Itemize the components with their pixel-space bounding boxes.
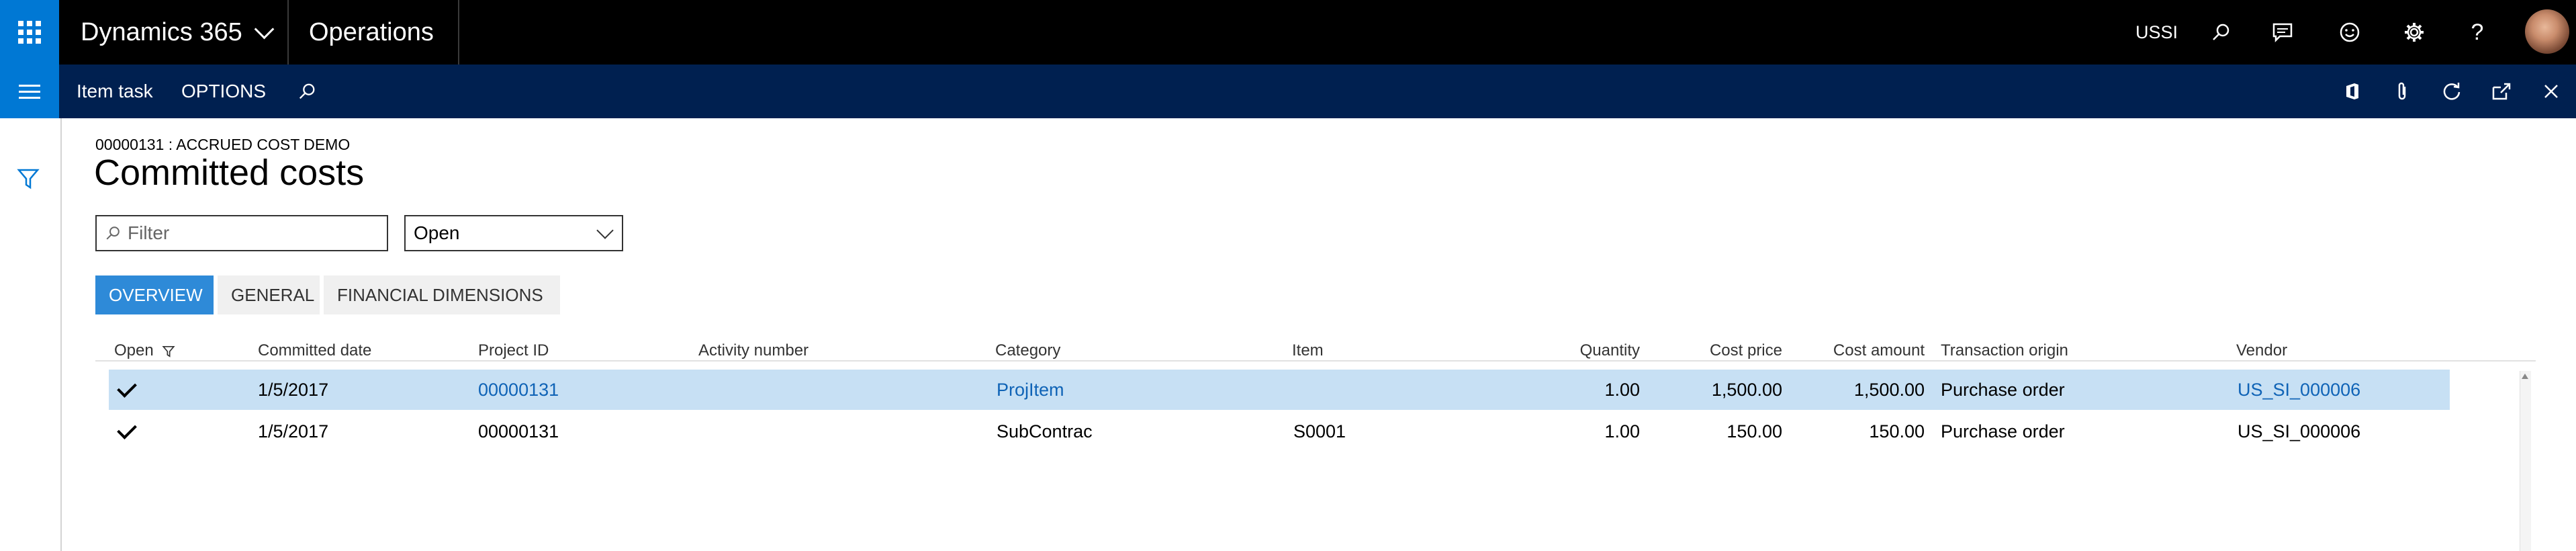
open-check-icon: [117, 411, 137, 452]
filter-pane: [0, 118, 62, 551]
transaction-origin-cell: Purchase order: [1941, 379, 2065, 400]
smiley-icon: [2340, 22, 2360, 42]
vertical-scrollbar[interactable]: [2520, 371, 2531, 551]
transaction-origin-cell: Purchase order: [1941, 421, 2065, 441]
tab-general[interactable]: GENERAL: [218, 276, 320, 314]
chevron-down-icon: [254, 19, 275, 39]
company-picker[interactable]: USSI: [2135, 0, 2178, 65]
vendor-link[interactable]: US_SI_000006: [2238, 370, 2360, 410]
table-row[interactable]: 1/5/2017 00000131 SubContrac S0001 1.00 …: [109, 411, 2450, 452]
column-header-cost-amount[interactable]: Cost amount: [1813, 341, 1925, 360]
action-search-button[interactable]: [285, 65, 329, 118]
column-header-project-id[interactable]: Project ID: [478, 341, 549, 360]
column-header-open-label: Open: [114, 341, 154, 359]
navigation-menu-button[interactable]: [0, 65, 59, 118]
filter-icon: [162, 345, 175, 357]
avatar[interactable]: [2525, 9, 2569, 54]
open-check-icon: [117, 370, 137, 410]
page-title: Committed costs: [94, 153, 365, 193]
gear-icon: [2405, 23, 2424, 42]
filter-icon: [17, 169, 40, 189]
chevron-down-icon: [596, 222, 614, 239]
category-cell: SubContrac: [997, 421, 1093, 441]
message-icon: [2272, 23, 2293, 42]
show-filters-button[interactable]: [16, 167, 40, 194]
waffle-icon: [18, 21, 41, 44]
status-select-value: Open: [414, 222, 460, 243]
module-name[interactable]: Operations: [309, 0, 434, 65]
quantity-cell: 1.00: [1604, 421, 1640, 441]
cost-price-cell: 1,500.00: [1711, 379, 1782, 400]
column-header-quantity[interactable]: Quantity: [1545, 341, 1640, 360]
project-id-link[interactable]: 00000131: [478, 370, 559, 410]
options-button[interactable]: OPTIONS: [181, 65, 266, 118]
tab-overview[interactable]: OVERVIEW: [95, 276, 214, 314]
column-header-category[interactable]: Category: [995, 341, 1060, 360]
close-icon: [2544, 85, 2558, 98]
table-row[interactable]: 1/5/2017 00000131 ProjItem 1.00 1,500.00…: [109, 370, 2450, 410]
office-button[interactable]: [2330, 65, 2375, 118]
cost-amount-cell: 1,500.00: [1853, 379, 1925, 400]
hamburger-icon: [19, 84, 40, 87]
refresh-button[interactable]: [2430, 65, 2474, 118]
popout-icon: [2492, 83, 2511, 100]
category-link[interactable]: ProjItem: [997, 370, 1064, 410]
feedback-button[interactable]: [2325, 0, 2375, 65]
committed-date-cell: 1/5/2017: [258, 421, 329, 441]
open-new-window-button[interactable]: [2479, 65, 2524, 118]
office-icon: [2346, 83, 2358, 99]
search-button[interactable]: [2196, 0, 2246, 65]
cost-amount-cell: 150.00: [1869, 421, 1925, 441]
attachments-button[interactable]: [2380, 65, 2424, 118]
divider: [95, 360, 2536, 362]
action-bar: Item task OPTIONS: [0, 65, 2576, 118]
column-header-vendor[interactable]: Vendor: [2236, 341, 2287, 360]
item-task-button[interactable]: Item task: [77, 65, 153, 118]
tab-financial-dimensions[interactable]: FINANCIAL DIMENSIONS: [324, 276, 560, 314]
product-name: Dynamics 365: [81, 17, 242, 46]
search-icon: [2213, 24, 2229, 40]
quantity-cell: 1.00: [1604, 379, 1640, 400]
vendor-cell: US_SI_000006: [2238, 421, 2361, 441]
divider: [458, 0, 459, 65]
column-header-cost-price[interactable]: Cost price: [1679, 341, 1782, 360]
item-cell: S0001: [1293, 421, 1346, 441]
project-id-cell: 00000131: [478, 421, 559, 441]
column-header-open[interactable]: Open: [114, 341, 175, 360]
scroll-up-icon[interactable]: [2522, 374, 2528, 379]
question-mark-icon: ?: [2471, 19, 2484, 45]
product-switcher[interactable]: Dynamics 365: [81, 0, 275, 65]
close-button[interactable]: [2529, 65, 2573, 118]
status-select[interactable]: Open: [404, 215, 623, 251]
divider: [287, 0, 289, 65]
messages-button[interactable]: [2258, 0, 2307, 65]
column-header-committed-date[interactable]: Committed date: [258, 341, 371, 360]
column-header-activity-number[interactable]: Activity number: [698, 341, 809, 360]
cost-price-cell: 150.00: [1727, 421, 1782, 441]
filter-input[interactable]: [126, 222, 371, 245]
app-launcher-button[interactable]: [0, 0, 59, 65]
paperclip-icon: [2398, 82, 2406, 100]
breadcrumb: 00000131 : ACCRUED COST DEMO: [95, 136, 351, 153]
filter-field[interactable]: [95, 215, 388, 251]
settings-button[interactable]: [2389, 0, 2439, 65]
committed-date-cell: 1/5/2017: [258, 379, 329, 400]
search-icon: [299, 83, 315, 99]
column-header-item[interactable]: Item: [1292, 341, 1324, 360]
column-header-transaction-origin[interactable]: Transaction origin: [1941, 341, 2068, 360]
help-button[interactable]: ?: [2452, 0, 2502, 65]
search-icon: [106, 226, 120, 240]
top-bar: Dynamics 365 Operations USSI ?: [0, 0, 2576, 65]
refresh-icon: [2443, 83, 2460, 100]
